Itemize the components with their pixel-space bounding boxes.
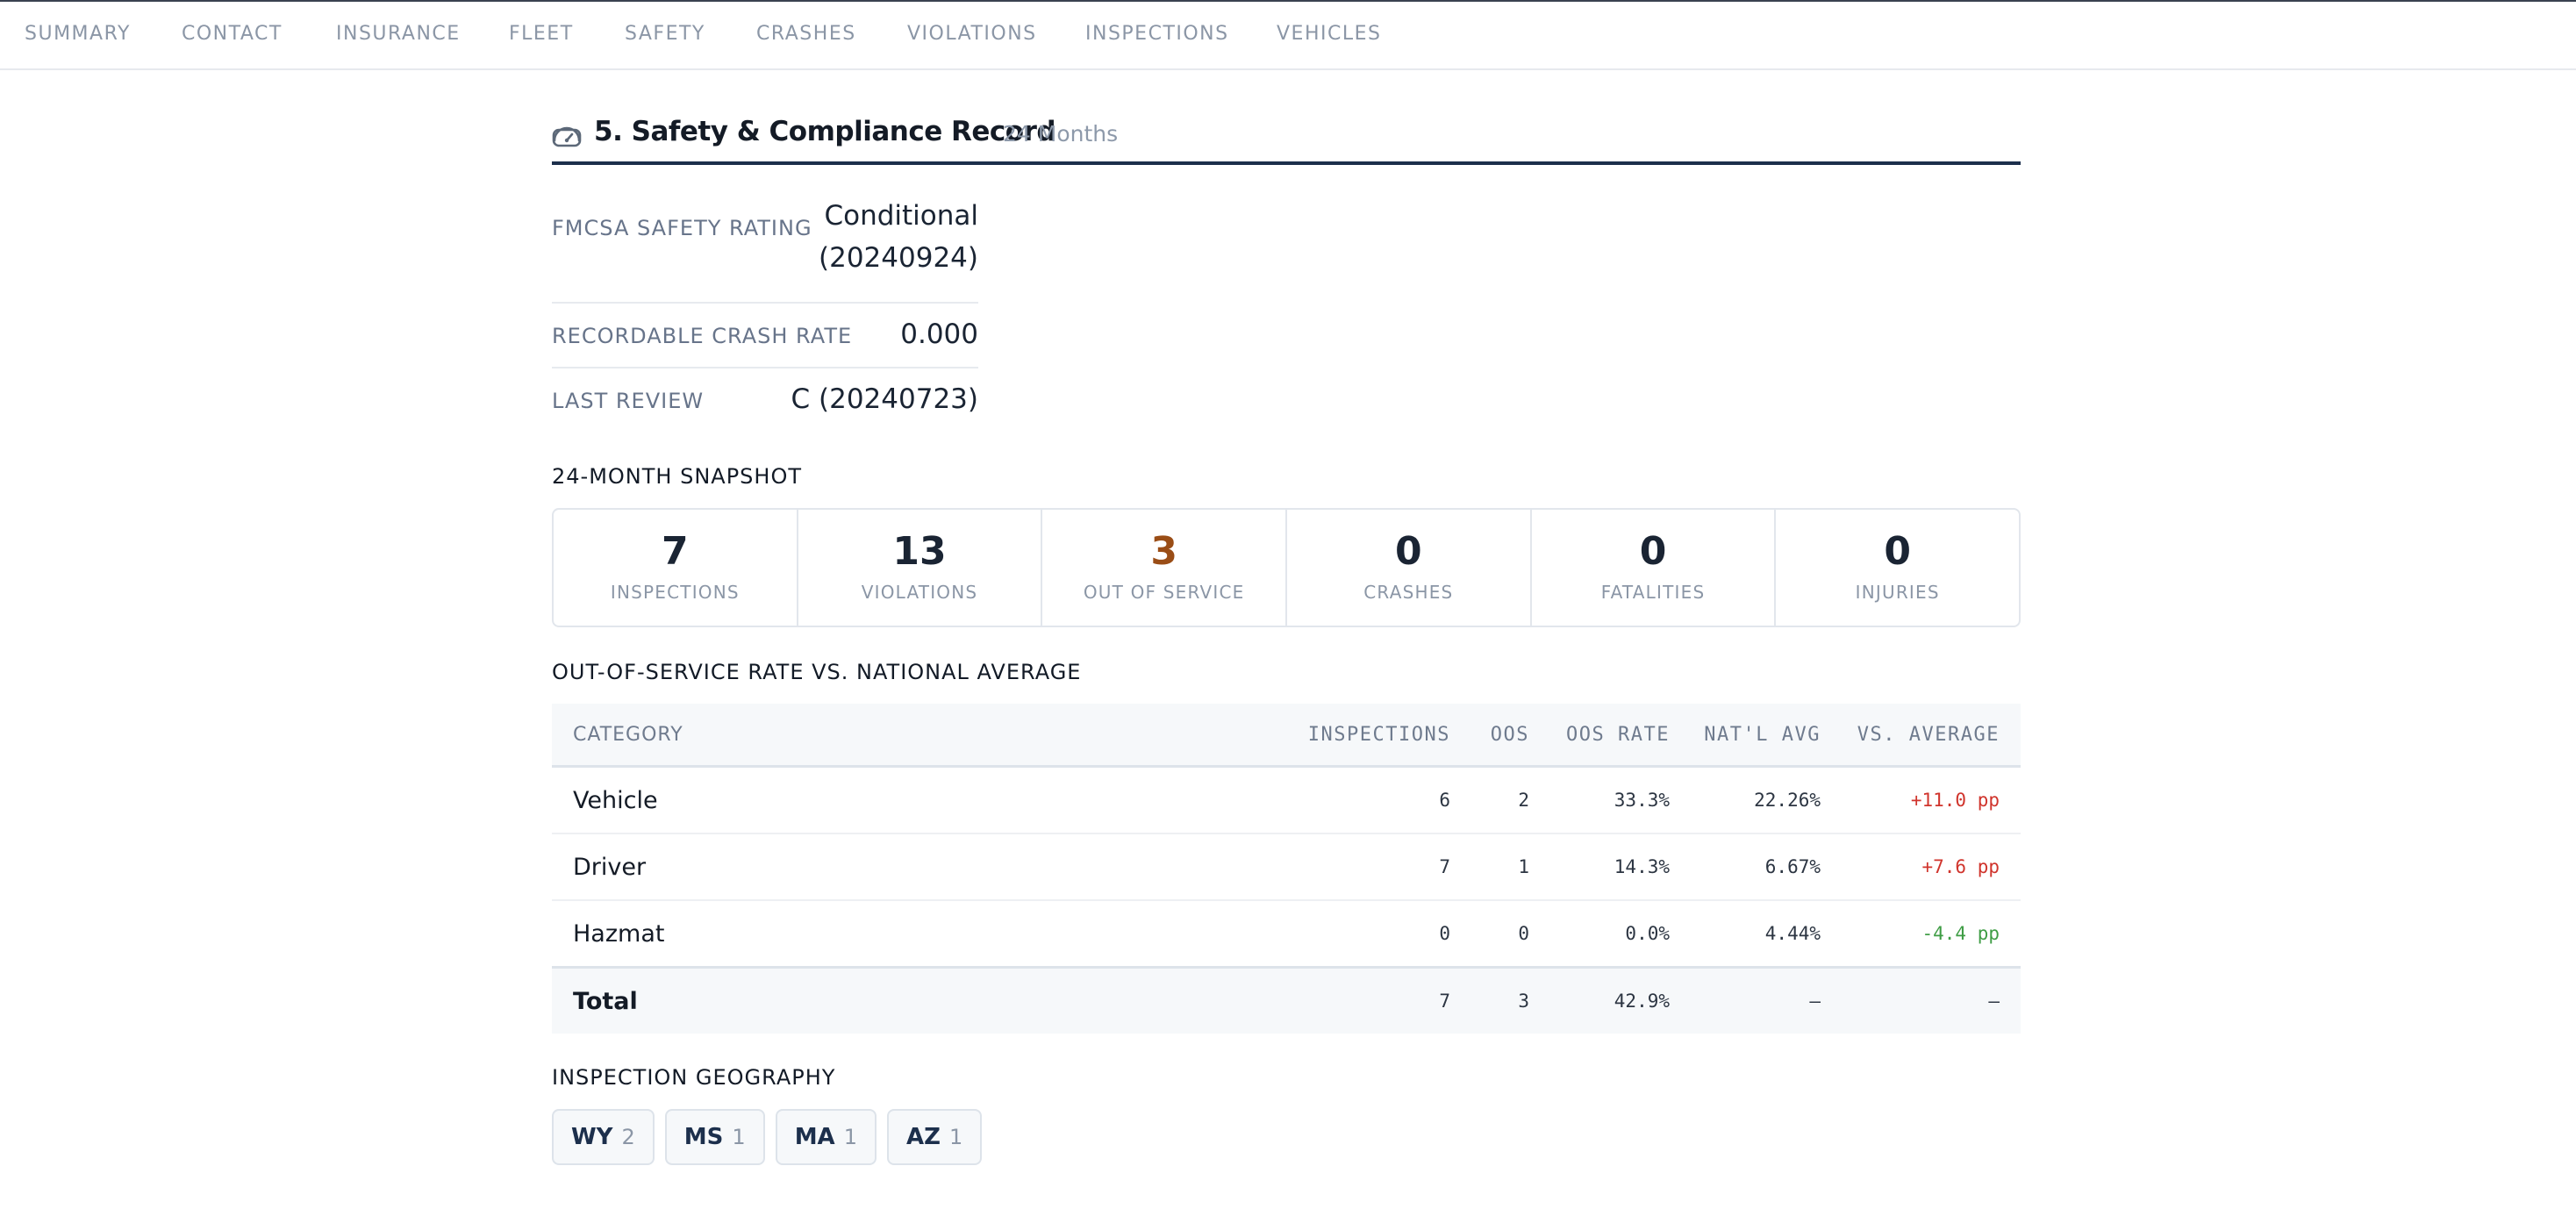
tab-insurance[interactable]: INSURANCE [336, 23, 461, 45]
stat-label: INJURIES [1855, 582, 1940, 603]
stat-label: CRASHES [1363, 582, 1454, 603]
safety-rating-value: Conditional (20240924) [819, 200, 978, 274]
row-oos-rate: 33.3% [1529, 766, 1670, 834]
state-code: WY [571, 1124, 613, 1150]
geography-heading: INSPECTION GEOGRAPHY [552, 1065, 836, 1090]
state-code: MA [794, 1124, 835, 1150]
table-header-row: CATEGORY INSPECTIONS OOS OOS RATE NAT'L … [552, 704, 2021, 768]
table-total-row: Total 7 3 42.9% — — [552, 966, 2021, 1034]
state-count: 1 [732, 1125, 746, 1149]
snapshot-stats: 7 INSPECTIONS 13 VIOLATIONS 3 OUT OF SER… [552, 508, 2021, 627]
tab-inspections[interactable]: INSPECTIONS [1085, 23, 1229, 45]
section-title: 5. Safety & Compliance Record [594, 116, 1056, 147]
last-review-label: LAST REVIEW [552, 389, 705, 413]
column-header-oos: OOS [1450, 704, 1529, 768]
row-oos-rate: 14.3% [1529, 833, 1670, 901]
tab-contact[interactable]: CONTACT [182, 23, 283, 45]
row-inspections: 6 [1301, 766, 1450, 834]
row-vs-average: -4.4 pp [1821, 900, 2021, 969]
total-oos: 3 [1450, 966, 1529, 1034]
stat-value: 13 [892, 529, 947, 574]
stat-value: 7 [662, 529, 689, 574]
safety-rating-label: FMCSA SAFETY RATING [552, 216, 812, 240]
total-vs-average: — [1821, 966, 2021, 1034]
stat-violations: 13 VIOLATIONS [798, 510, 1043, 626]
row-vs-average: +11.0 pp [1821, 766, 2021, 834]
state-chip-list: WY 2 MS 1 MA 1 AZ 1 [552, 1109, 983, 1165]
stat-inspections: 7 INSPECTIONS [554, 510, 798, 626]
total-inspections: 7 [1301, 966, 1450, 1034]
section-header: 5. Safety & Compliance Record 24 Months [552, 114, 2021, 165]
stat-value: 0 [1395, 529, 1422, 574]
row-oos: 0 [1450, 900, 1529, 969]
safety-rating-row: FMCSA SAFETY RATING Conditional (2024092… [552, 195, 978, 304]
table-row: Hazmat 0 0 0.0% 4.44% -4.4 pp [552, 900, 2021, 969]
row-vs-average: +7.6 pp [1821, 833, 2021, 901]
column-header-category: CATEGORY [552, 704, 1301, 768]
total-category: Total [552, 966, 1301, 1034]
tab-summary[interactable]: SUMMARY [25, 23, 131, 45]
section-nav: SUMMARY CONTACT INSURANCE FLEET SAFETY C… [0, 0, 2576, 70]
row-category: Hazmat [552, 900, 1301, 969]
oos-rate-table: CATEGORY INSPECTIONS OOS OOS RATE NAT'L … [552, 704, 2021, 1034]
stat-label: VIOLATIONS [861, 582, 978, 603]
state-code: AZ [905, 1124, 941, 1150]
column-header-vs-average: VS. AVERAGE [1821, 704, 2021, 768]
crash-rate-row: RECORDABLE CRASH RATE 0.000 [552, 302, 978, 368]
stat-value: 3 [1150, 529, 1177, 574]
tab-fleet[interactable]: FLEET [509, 23, 574, 45]
tab-vehicles[interactable]: VEHICLES [1277, 23, 1381, 45]
stat-value: 0 [1639, 529, 1667, 574]
gauge-icon [552, 126, 582, 147]
tab-crashes[interactable]: CRASHES [756, 23, 856, 45]
row-category: Vehicle [552, 766, 1301, 834]
stat-fatalities: 0 FATALITIES [1532, 510, 1777, 626]
snapshot-heading: 24-MONTH SNAPSHOT [552, 464, 802, 489]
row-national-average: 4.44% [1670, 900, 1821, 969]
state-count: 2 [621, 1125, 635, 1149]
column-header-national-average: NAT'L AVG [1670, 704, 1821, 768]
tab-violations[interactable]: VIOLATIONS [907, 23, 1037, 45]
stat-label: FATALITIES [1600, 582, 1706, 603]
stat-crashes: 0 CRASHES [1287, 510, 1532, 626]
row-national-average: 6.67% [1670, 833, 1821, 901]
column-header-inspections: INSPECTIONS [1301, 704, 1450, 768]
state-count: 1 [843, 1125, 857, 1149]
row-inspections: 0 [1301, 900, 1450, 969]
tab-safety[interactable]: SAFETY [625, 23, 705, 45]
total-oos-rate: 42.9% [1529, 966, 1670, 1034]
stat-out-of-service: 3 OUT OF SERVICE [1042, 510, 1288, 626]
section-subtitle: 24 Months [1003, 121, 1119, 147]
state-code: MS [683, 1124, 724, 1150]
stat-label: OUT OF SERVICE [1083, 582, 1245, 603]
state-count: 1 [948, 1125, 963, 1149]
state-chip: MS 1 [664, 1109, 765, 1165]
crash-rate-value: 0.000 [900, 318, 978, 350]
table-row: Vehicle 6 2 33.3% 22.26% +11.0 pp [552, 766, 2021, 834]
stat-value: 0 [1884, 529, 1911, 574]
row-national-average: 22.26% [1670, 766, 1821, 834]
column-header-oos-rate: OOS RATE [1529, 704, 1670, 768]
row-category: Driver [552, 833, 1301, 901]
table-row: Driver 7 1 14.3% 6.67% +7.6 pp [552, 833, 2021, 901]
stat-injuries: 0 INJURIES [1776, 510, 2019, 626]
row-oos: 2 [1450, 766, 1529, 834]
row-inspections: 7 [1301, 833, 1450, 901]
last-review-row: LAST REVIEW C (20240723) [552, 367, 978, 432]
row-oos: 1 [1450, 833, 1529, 901]
state-chip: WY 2 [552, 1109, 655, 1165]
stat-label: INSPECTIONS [610, 582, 740, 603]
state-chip: AZ 1 [886, 1109, 983, 1165]
state-chip: MA 1 [775, 1109, 877, 1165]
last-review-value: C (20240723) [791, 383, 978, 415]
crash-rate-label: RECORDABLE CRASH RATE [552, 324, 853, 348]
oos-heading: OUT-OF-SERVICE RATE VS. NATIONAL AVERAGE [552, 660, 1082, 684]
total-national-average: — [1670, 966, 1821, 1034]
row-oos-rate: 0.0% [1529, 900, 1670, 969]
